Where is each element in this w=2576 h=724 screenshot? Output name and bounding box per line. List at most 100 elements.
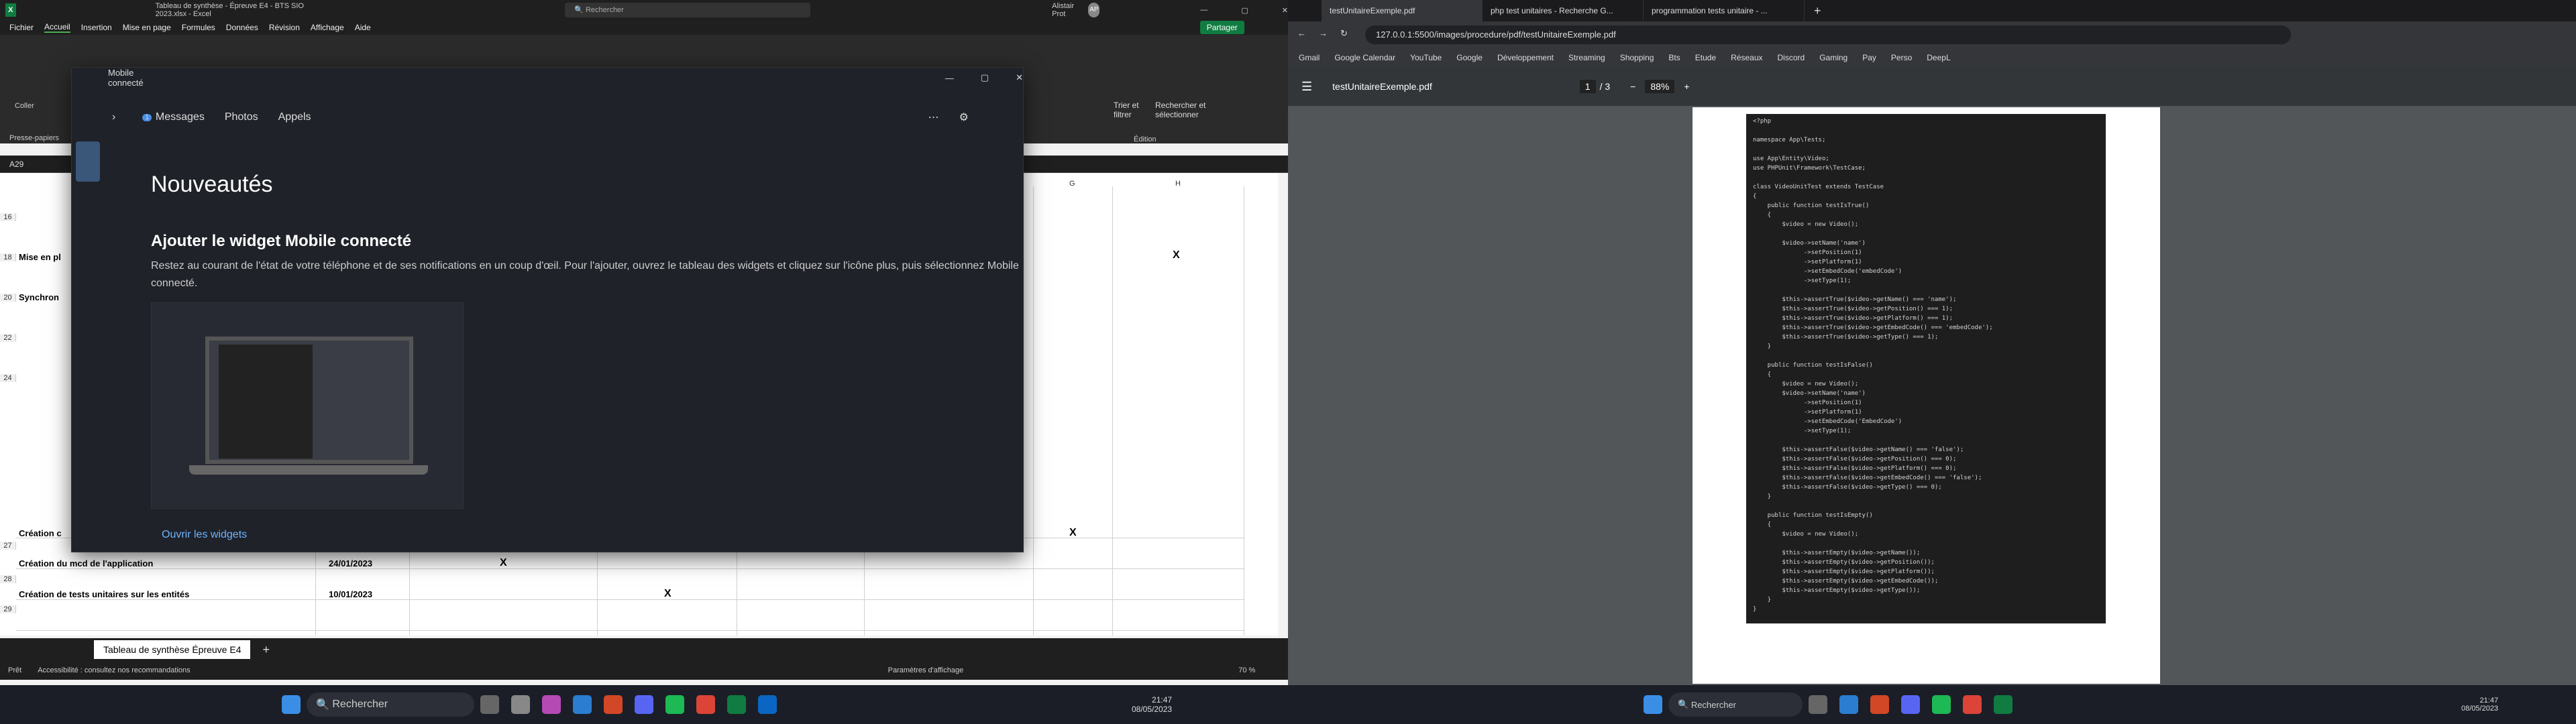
forward-icon[interactable]: → xyxy=(1319,28,1328,38)
chrome-icon[interactable] xyxy=(696,695,715,714)
close-icon[interactable]: ✕ xyxy=(1282,6,1288,15)
clock[interactable]: 21:47 08/05/2023 xyxy=(2461,697,2498,713)
cell-text[interactable]: Mise en pl xyxy=(19,252,61,262)
taskbar-search[interactable]: 🔍 Rechercher xyxy=(1668,692,1803,717)
row-header[interactable]: 16 xyxy=(0,213,16,221)
excel-icon[interactable] xyxy=(1994,695,2012,714)
new-tab-icon[interactable]: + xyxy=(1814,4,1821,18)
tab-messages[interactable]: Messages xyxy=(156,111,205,123)
start-icon[interactable] xyxy=(1644,695,1662,714)
bookmark[interactable]: Perso xyxy=(1891,53,1912,62)
row-header[interactable]: 29 xyxy=(0,605,16,613)
row-header[interactable]: 20 xyxy=(0,294,16,302)
cell-mark[interactable]: X xyxy=(1173,249,1180,261)
search-input[interactable]: 🔍 Rechercher xyxy=(565,3,811,17)
bookmark[interactable]: Développement xyxy=(1497,53,1554,62)
phone-thumbnail[interactable] xyxy=(76,141,100,182)
cell-date[interactable]: 10/01/2023 xyxy=(329,589,372,599)
tab-photos[interactable]: Photos xyxy=(225,111,258,123)
bookmark[interactable]: Etude xyxy=(1695,53,1716,62)
taskbar-search[interactable]: 🔍 Rechercher xyxy=(307,692,474,717)
bookmark[interactable]: Google xyxy=(1456,53,1483,62)
bookmark[interactable]: Bts xyxy=(1668,53,1680,62)
page-input[interactable]: 1 xyxy=(1579,80,1596,93)
task-view-icon[interactable] xyxy=(1809,695,1827,714)
menu-review[interactable]: Révision xyxy=(269,23,300,32)
zoom-level[interactable]: 70 % xyxy=(1238,666,1255,674)
browser-tab[interactable]: testUnitaireExemple.pdf xyxy=(1322,0,1483,21)
menu-help[interactable]: Aide xyxy=(355,23,371,32)
gear-icon[interactable]: ⚙ xyxy=(959,111,969,124)
add-sheet-icon[interactable]: + xyxy=(262,643,270,657)
row-header[interactable]: 18 xyxy=(0,253,16,261)
cell-mark[interactable]: X xyxy=(664,588,672,600)
menu-formulas[interactable]: Formules xyxy=(182,23,215,32)
sort-filter-button[interactable]: Trier et filtrer xyxy=(1114,101,1154,119)
excel-icon[interactable] xyxy=(727,695,746,714)
close-icon[interactable]: ✕ xyxy=(1016,72,1023,83)
zoom-input[interactable]: 88% xyxy=(1645,80,1675,93)
reload-icon[interactable]: ↻ xyxy=(1340,28,1348,39)
url-input[interactable]: 127.0.0.1:5500/images/procedure/pdf/test… xyxy=(1365,25,2291,44)
open-widgets-link[interactable]: Ouvrir les widgets xyxy=(162,529,247,541)
display-settings[interactable]: Paramètres d'affichage xyxy=(888,666,964,674)
zoom-in-icon[interactable]: + xyxy=(1684,81,1689,92)
bookmark[interactable]: DeepL xyxy=(1927,53,1950,62)
powerpoint-icon[interactable] xyxy=(604,695,623,714)
bookmark[interactable]: Streaming xyxy=(1568,53,1605,62)
row-header[interactable]: 27 xyxy=(0,542,16,550)
app-icon[interactable] xyxy=(542,695,561,714)
spotify-icon[interactable] xyxy=(665,695,684,714)
bookmark[interactable]: Gmail xyxy=(1299,53,1320,62)
clock[interactable]: 21:47 08/05/2023 xyxy=(1132,695,1172,714)
spotify-icon[interactable] xyxy=(1932,695,1951,714)
menu-icon[interactable]: ☰ xyxy=(1301,80,1312,94)
powerpoint-icon[interactable] xyxy=(1870,695,1889,714)
paste-label[interactable]: Coller xyxy=(15,102,34,110)
column-header-h[interactable]: H xyxy=(1175,180,1181,188)
bookmark[interactable]: Shopping xyxy=(1620,53,1654,62)
menu-insert[interactable]: Insertion xyxy=(81,23,112,32)
discord-icon[interactable] xyxy=(1901,695,1920,714)
cell-text[interactable]: Création c xyxy=(19,528,62,538)
chevron-right-icon[interactable]: › xyxy=(112,111,115,123)
menu-file[interactable]: Fichier xyxy=(9,23,34,32)
minimize-icon[interactable]: — xyxy=(1200,6,1208,14)
bookmark[interactable]: Google Calendar xyxy=(1334,53,1395,62)
sheet-tab[interactable]: Tableau de synthèse Épreuve E4 xyxy=(94,640,251,659)
bookmark[interactable]: Réseaux xyxy=(1731,53,1762,62)
share-button[interactable]: Partager xyxy=(1199,21,1244,34)
more-icon[interactable]: ⋯ xyxy=(928,111,939,124)
cell-mark[interactable]: X xyxy=(1069,527,1077,539)
row-header[interactable]: 22 xyxy=(0,334,16,342)
chrome-icon[interactable] xyxy=(1963,695,1982,714)
app-icon[interactable] xyxy=(758,695,777,714)
row-header[interactable]: 24 xyxy=(0,374,16,382)
menu-view[interactable]: Affichage xyxy=(311,23,344,32)
zoom-out-icon[interactable]: − xyxy=(1630,81,1635,92)
bookmark[interactable]: Pay xyxy=(1862,53,1876,62)
column-header-g[interactable]: G xyxy=(1069,180,1075,188)
settings-icon[interactable] xyxy=(511,695,530,714)
bookmark[interactable]: Discord xyxy=(1778,53,1805,62)
find-select-button[interactable]: Rechercher et sélectionner xyxy=(1155,101,1222,119)
browser-tab[interactable]: php test unitaires - Recherche G... xyxy=(1483,0,1644,21)
cell-mark[interactable]: X xyxy=(500,557,507,569)
minimize-icon[interactable]: — xyxy=(945,73,954,83)
tab-calls[interactable]: Appels xyxy=(278,111,311,123)
discord-icon[interactable] xyxy=(635,695,653,714)
vscode-icon[interactable] xyxy=(1839,695,1858,714)
back-icon[interactable]: ← xyxy=(1297,28,1306,38)
cell-text[interactable]: Synchron xyxy=(19,292,59,302)
avatar[interactable]: AP xyxy=(1088,3,1100,17)
bookmark[interactable]: YouTube xyxy=(1410,53,1442,62)
bookmark[interactable]: Gaming xyxy=(1819,53,1847,62)
maximize-icon[interactable]: ▢ xyxy=(1241,6,1248,15)
menu-layout[interactable]: Mise en page xyxy=(123,23,171,32)
accessibility-status[interactable]: Accessibilité : consultez nos recommanda… xyxy=(38,666,190,674)
browser-tab[interactable]: programmation tests unitaire - ... xyxy=(1644,0,1805,21)
menu-home[interactable]: Accueil xyxy=(44,22,70,33)
cell-date[interactable]: 24/01/2023 xyxy=(329,558,372,568)
maximize-icon[interactable]: ▢ xyxy=(981,72,989,83)
cell-text[interactable]: Création du mcd de l'application xyxy=(19,558,153,568)
